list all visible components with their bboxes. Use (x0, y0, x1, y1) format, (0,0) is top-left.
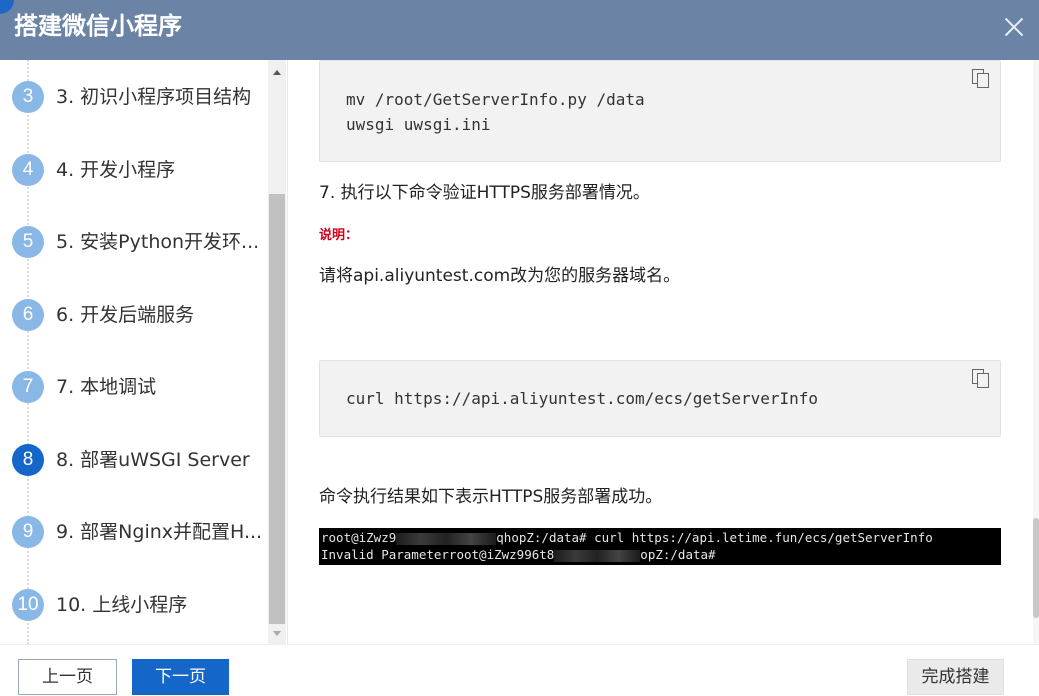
step-item-9[interactable]: 9 9. 部署Nginx并配置H... (12, 516, 268, 548)
result-text: 命令执行结果如下表示HTTPS服务部署成功。 (319, 487, 663, 507)
terminal-text: qhopZ:/data# curl https://api.letime.fun… (496, 530, 933, 545)
step-item-4[interactable]: 4 4. 开发小程序 (12, 154, 268, 186)
dialog: 搭建微信小程序 3 3. 初识小程序项目结构 4 4. 开发小程序 5 5. 安… (0, 0, 1039, 696)
step-label: 8. 部署uWSGI Server (56, 449, 250, 471)
prev-page-button[interactable]: 上一页 (18, 659, 117, 695)
terminal-text: Invalid Parameterroot@iZwz996t8 (321, 547, 555, 562)
corner-badge (0, 0, 14, 14)
note-text: 请将api.aliyuntest.com改为您的服务器域名。 (319, 266, 681, 286)
step-number: 8 (12, 444, 44, 476)
finish-button[interactable]: 完成搭建 (907, 659, 1004, 695)
code-block-curl: curl https://api.aliyuntest.com/ecs/getS… (319, 360, 1001, 437)
terminal-text: opZ:/data# (640, 547, 716, 562)
content-panel: mv /root/GetServerInfo.py /data uwsgi uw… (288, 60, 1033, 644)
scroll-down-arrow[interactable] (273, 631, 281, 636)
step-label: 9. 部署Nginx并配置H... (56, 521, 263, 543)
step-instruction: 7. 执行以下命令验证HTTPS服务部署情况。 (319, 183, 650, 203)
step-item-3[interactable]: 3 3. 初识小程序项目结构 (12, 81, 268, 113)
step-item-7[interactable]: 7 7. 本地调试 (12, 371, 268, 403)
code-line: mv /root/GetServerInfo.py /data (346, 90, 645, 109)
scroll-up-arrow[interactable] (273, 70, 281, 75)
step-item-8[interactable]: 8 8. 部署uWSGI Server (12, 444, 268, 476)
step-number: 6 (12, 299, 44, 331)
steps-scrollbar[interactable] (268, 60, 286, 644)
content-scrollbar[interactable] (1033, 60, 1039, 644)
step-label: 4. 开发小程序 (56, 159, 176, 181)
step-label: 6. 开发后端服务 (56, 304, 195, 326)
step-number: 3 (12, 81, 44, 113)
scrollbar-thumb[interactable] (269, 194, 285, 624)
step-number: 7 (12, 371, 44, 403)
step-number: 9 (12, 516, 44, 548)
step-label: 10. 上线小程序 (56, 594, 188, 616)
step-number: 10 (12, 589, 44, 621)
step-label: 5. 安装Python开发环... (56, 231, 260, 253)
dialog-header: 搭建微信小程序 (0, 0, 1039, 60)
next-page-button[interactable]: 下一页 (132, 659, 229, 695)
dialog-footer: 上一页 下一页 完成搭建 (0, 644, 1039, 696)
step-rail (27, 60, 29, 644)
step-item-5[interactable]: 5 5. 安装Python开发环... (12, 226, 268, 258)
step-number: 4 (12, 154, 44, 186)
redacted-block (554, 549, 641, 562)
step-list: 3 3. 初识小程序项目结构 4 4. 开发小程序 5 5. 安装Python开… (0, 60, 268, 644)
step-label: 3. 初识小程序项目结构 (56, 86, 252, 108)
step-label: 7. 本地调试 (56, 376, 157, 398)
redacted-block (396, 532, 497, 545)
step-item-6[interactable]: 6 6. 开发后端服务 (12, 299, 268, 331)
terminal-text: root@iZwz9 (321, 530, 397, 545)
code-line: curl https://api.aliyuntest.com/ecs/getS… (346, 389, 819, 408)
step-item-10[interactable]: 10 10. 上线小程序 (12, 589, 268, 621)
copy-icon[interactable] (972, 369, 990, 389)
copy-icon[interactable] (972, 69, 990, 89)
note-label: 说明： (319, 228, 359, 243)
code-line: uwsgi uwsgi.ini (346, 115, 491, 134)
scrollbar-thumb[interactable] (1033, 518, 1039, 618)
code-block-deploy: mv /root/GetServerInfo.py /data uwsgi uw… (319, 60, 1001, 162)
dialog-title: 搭建微信小程序 (14, 12, 182, 40)
close-icon[interactable] (1001, 14, 1027, 40)
terminal-screenshot: root@iZwz9 qhopZ:/data# curl https://api.… (319, 528, 1001, 565)
step-number: 5 (12, 226, 44, 258)
